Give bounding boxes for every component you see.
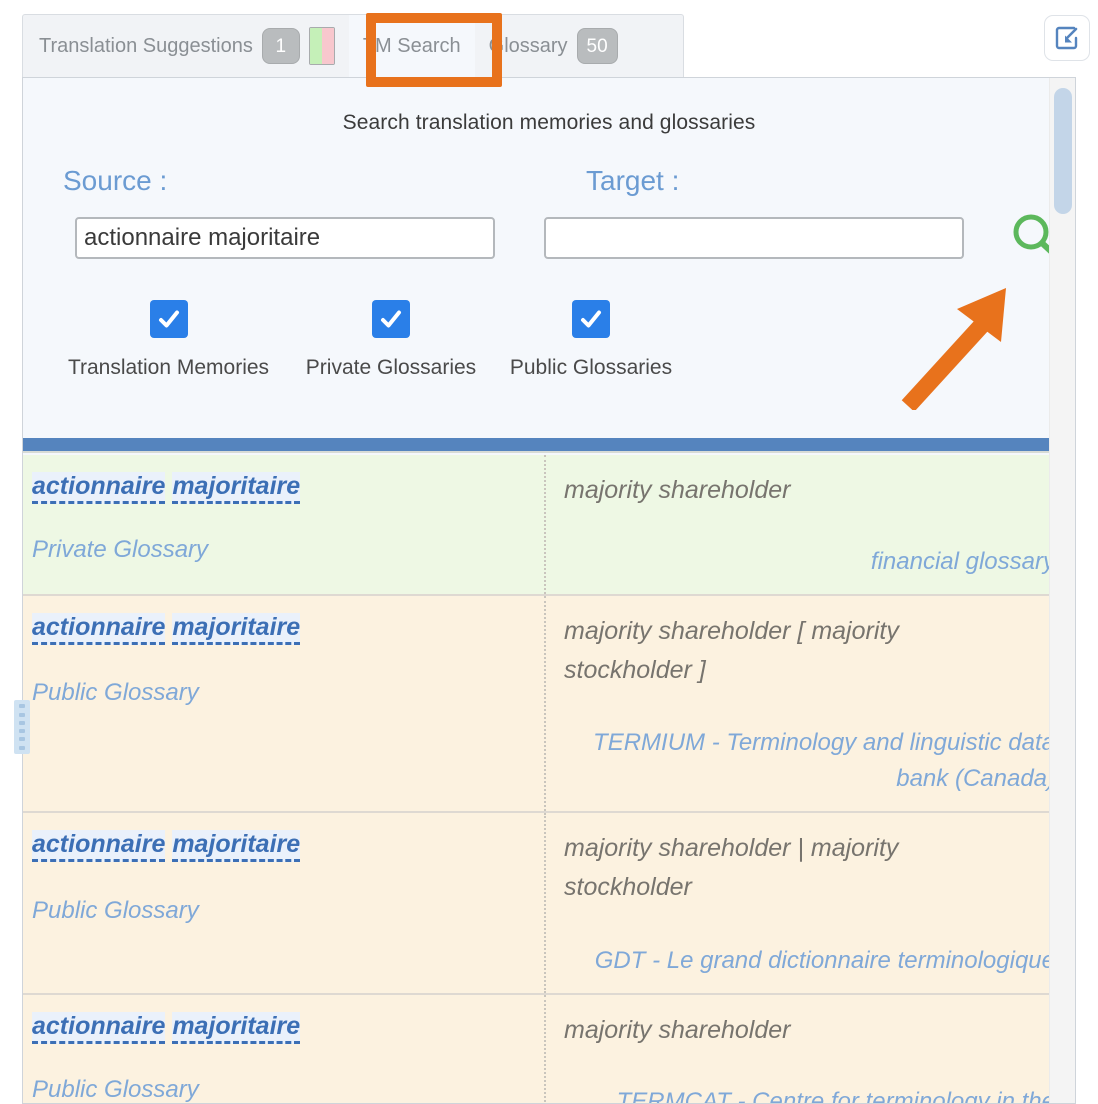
result-source-type: Public Glossary [32,896,199,924]
table-row[interactable]: actionnaire majoritaire Private Glossary… [23,455,1069,596]
term-word: actionnaire [32,472,166,504]
results-divider [23,438,1069,453]
tab-glossary-label: Glossary [488,34,568,57]
target-label: Target : [586,165,680,196]
results-list[interactable]: actionnaire majoritaire Private Glossary… [23,455,1069,1103]
source-input[interactable] [75,217,495,259]
result-source-cell: actionnaire majoritaire Private Glossary [23,455,546,594]
tab-translation-suggestions-label: Translation Suggestions [39,34,253,57]
scrollbar-thumb[interactable] [1054,88,1072,214]
term-word: majoritaire [172,472,301,504]
checkbox-checked-icon [572,300,610,338]
result-target-cell: majority shareholder | majority stockhol… [546,813,1069,993]
vertical-scrollbar[interactable] [1049,78,1075,1103]
result-target-cell: majority shareholder [ majority stockhol… [546,596,1069,812]
check-icon [581,310,601,328]
result-source-term[interactable]: actionnaire majoritaire [32,829,530,863]
result-source-cell: actionnaire majoritaire Public Glossary [23,595,546,812]
quality-green-half [309,28,322,64]
target-input[interactable] [544,217,964,259]
tab-translation-suggestions-badge: 1 [261,28,300,64]
result-source-term[interactable]: actionnaire majoritaire [32,612,530,645]
search-form: Search translation memories and glossari… [23,78,1075,438]
tab-glossary[interactable]: Glossary 50 [475,15,632,77]
result-target-cell: majority shareholder TERMCAT - Centre fo… [546,995,1069,1103]
quality-indicator-icon [308,27,335,65]
check-icon [158,310,179,328]
tab-tm-search-label: TM Search [362,34,461,57]
panel-resize-handle[interactable] [14,700,30,754]
result-source-term[interactable]: actionnaire majoritaire [32,1011,530,1044]
checkbox-translation-memories-label: Translation Memories [67,356,270,379]
term-word: majoritaire [172,830,301,863]
term-word: majoritaire [172,612,301,645]
term-word: actionnaire [32,1011,166,1044]
tab-glossary-badge: 50 [576,28,618,64]
result-source-cell: actionnaire majoritaire Public Glossary [23,994,546,1103]
term-word: actionnaire [32,612,166,645]
quality-pink-half [321,28,334,64]
result-target-text[interactable]: majority shareholder | majority stockhol… [564,829,964,907]
checkbox-public-glossaries[interactable]: Public Glossaries [491,300,691,380]
result-source-type: Public Glossary [32,679,199,706]
table-row[interactable]: actionnaire majoritaire Public Glossary … [23,595,1069,814]
grip-dot [19,745,25,750]
grip-dot [19,704,25,709]
checkbox-private-glossaries[interactable]: Private Glossaries [291,300,491,380]
result-target-text[interactable]: majority shareholder [564,471,964,510]
insert-into-segment-button[interactable] [1044,15,1090,61]
checkbox-checked-icon [372,300,410,338]
checkbox-public-glossaries-label: Public Glossaries [509,356,673,379]
table-row[interactable]: actionnaire majoritaire Public Glossary … [23,994,1069,1103]
tab-bar: Translation Suggestions 1 TM Search Glos… [22,14,684,78]
tab-tm-search[interactable]: TM Search [348,15,475,77]
insert-into-segment-icon [1055,26,1078,50]
result-target-cell: majority shareholder financial glossary [546,455,1069,594]
term-word: actionnaire [32,830,166,863]
tab-translation-suggestions[interactable]: Translation Suggestions 1 [23,15,349,77]
result-origin: financial glossary [870,547,1055,575]
search-form-title: Search translation memories and glossari… [342,111,756,134]
result-origin: GDT - Le grand dictionnaire terminologiq… [594,946,1055,974]
result-target-text[interactable]: majority shareholder [ majority stockhol… [564,612,964,690]
grip-dot [19,720,25,725]
tm-search-panel: Translation Suggestions 1 TM Search Glos… [0,0,1098,1104]
result-source-term[interactable]: actionnaire majoritaire [32,471,530,504]
term-word: majoritaire [172,1011,301,1044]
checkbox-private-glossaries-label: Private Glossaries [305,356,477,379]
check-icon [381,310,401,328]
result-origin: TERMCAT - Centre for terminology in the … [616,1087,1055,1104]
result-source-type: Private Glossary [32,536,209,564]
source-label: Source : [63,165,168,196]
result-source-type: Public Glossary [32,1076,199,1103]
grip-dot [19,737,25,742]
grip-dot [19,712,25,717]
table-row[interactable]: actionnaire majoritaire Public Glossary … [23,813,1069,995]
result-origin: TERMIUM - Terminology and linguistic dat… [593,729,1055,793]
result-source-cell: actionnaire majoritaire Public Glossary [23,813,546,993]
grip-dot [19,729,25,734]
search-scope-options: Translation Memories Private Glossaries [23,300,1075,380]
checkbox-translation-memories[interactable]: Translation Memories [46,300,291,380]
result-target-text[interactable]: majority shareholder [564,1011,964,1050]
checkbox-checked-icon [149,300,188,338]
panel-body: Search translation memories and glossari… [22,77,1076,1104]
